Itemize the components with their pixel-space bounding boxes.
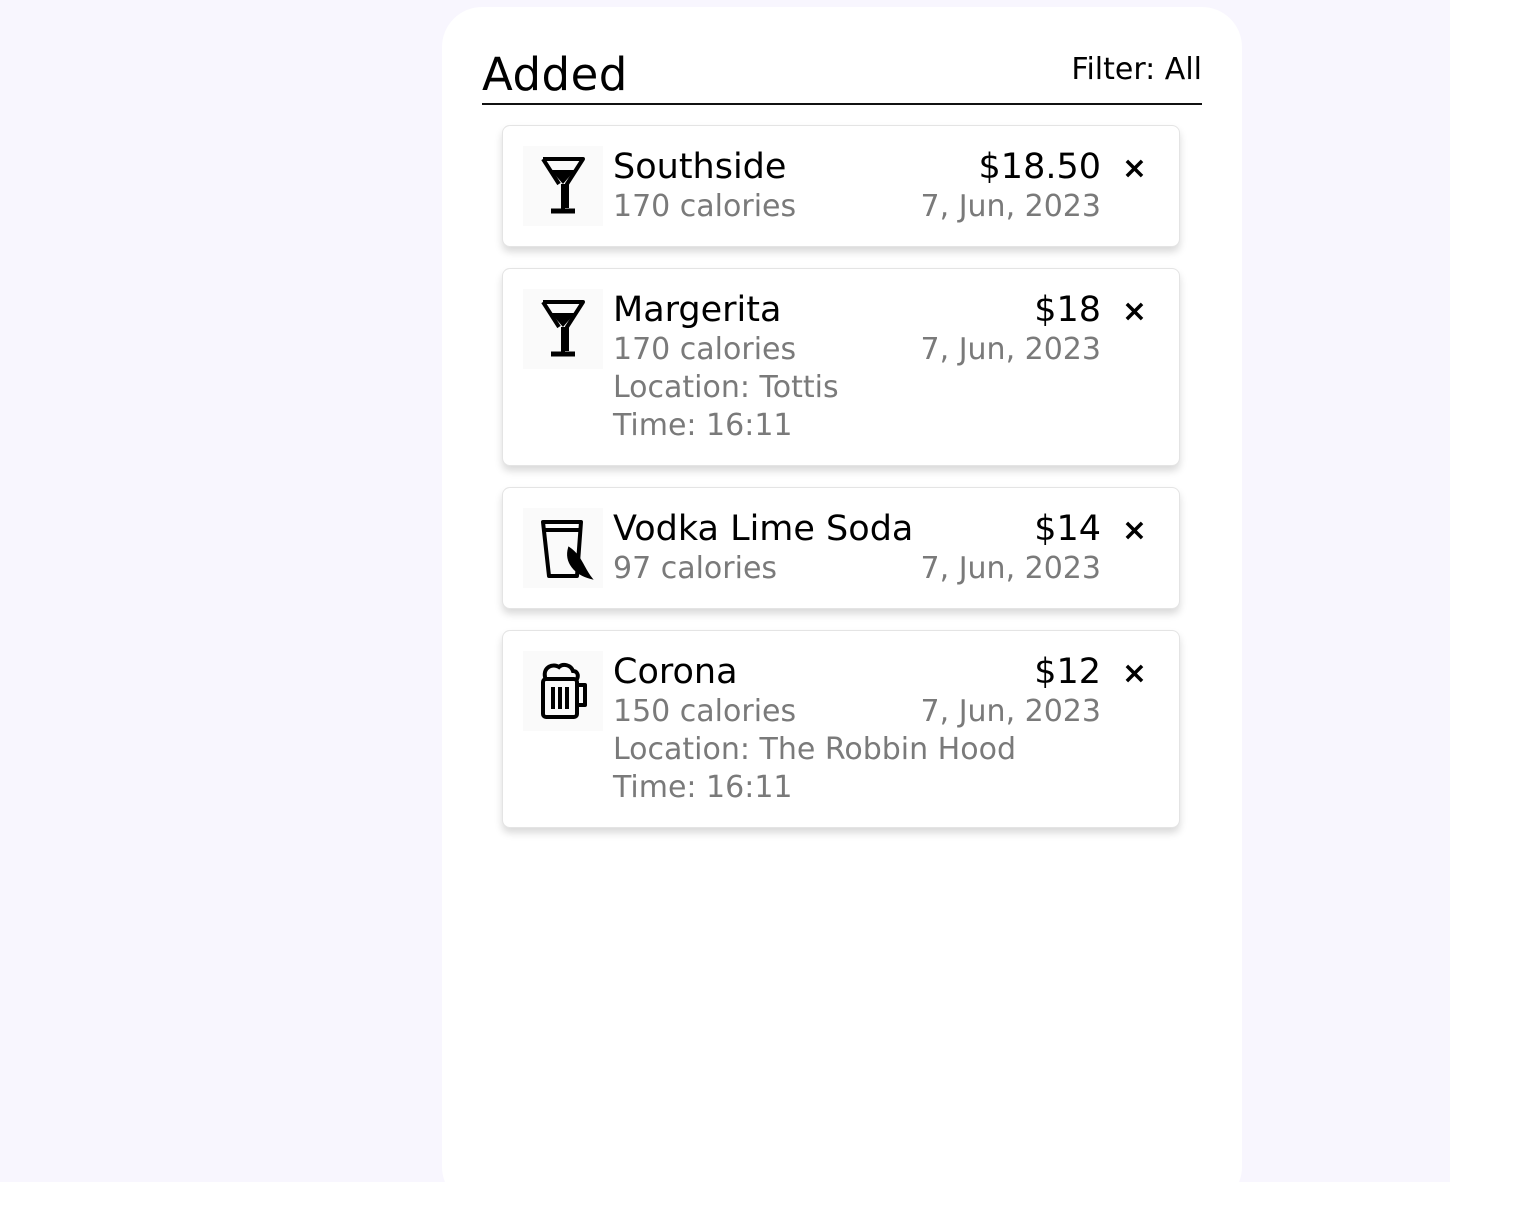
drink-price: $14 xyxy=(1034,509,1101,549)
drink-date: 7, Jun, 2023 xyxy=(920,551,1101,586)
remove-icon[interactable]: × xyxy=(1122,154,1147,184)
drink-card[interactable]: Vodka Lime Soda $14 × 97 calories 7, Jun… xyxy=(502,487,1180,609)
drink-calories: 150 calories xyxy=(613,694,797,729)
drink-name: Vodka Lime Soda xyxy=(613,509,914,549)
drink-list: Southside $18.50 × 170 calories 7, Jun, … xyxy=(502,125,1182,849)
beer-mug-icon xyxy=(523,651,603,731)
drink-price: $18 xyxy=(1034,290,1101,330)
drink-time: Time: 16:11 xyxy=(613,408,793,443)
filter-button[interactable]: Filter: All xyxy=(1071,50,1202,90)
drink-location: Location: The Robbin Hood xyxy=(613,732,1016,767)
remove-icon[interactable]: × xyxy=(1122,297,1147,327)
drink-calories: 170 calories xyxy=(613,189,797,224)
drink-card[interactable]: Corona $12 × 150 calories 7, Jun, 2023 L… xyxy=(502,630,1180,828)
drink-price: $12 xyxy=(1034,652,1101,692)
drink-card[interactable]: Margerita $18 × 170 calories 7, Jun, 202… xyxy=(502,268,1180,466)
panel-title: Added xyxy=(482,48,628,101)
panel-header: Added Filter: All xyxy=(482,37,1202,105)
drink-date: 7, Jun, 2023 xyxy=(920,189,1101,224)
drink-date: 7, Jun, 2023 xyxy=(920,694,1101,729)
drink-name: Corona xyxy=(613,652,738,692)
drink-date: 7, Jun, 2023 xyxy=(920,332,1101,367)
drink-location: Location: Tottis xyxy=(613,370,839,405)
drink-name: Margerita xyxy=(613,290,782,330)
drink-name: Southside xyxy=(613,147,787,187)
drink-price: $18.50 xyxy=(978,147,1101,187)
drink-card[interactable]: Southside $18.50 × 170 calories 7, Jun, … xyxy=(502,125,1180,247)
cocktail-glass-icon xyxy=(523,146,603,226)
remove-icon[interactable]: × xyxy=(1122,516,1147,546)
cocktail-glass-icon xyxy=(523,289,603,369)
glass-with-lime-icon xyxy=(523,508,603,588)
drink-calories: 170 calories xyxy=(613,332,797,367)
drink-time: Time: 16:11 xyxy=(613,770,793,805)
drink-calories: 97 calories xyxy=(613,551,778,586)
remove-icon[interactable]: × xyxy=(1122,659,1147,689)
added-drinks-panel: Added Filter: All Southside $18.50 × 170… xyxy=(442,7,1242,1207)
